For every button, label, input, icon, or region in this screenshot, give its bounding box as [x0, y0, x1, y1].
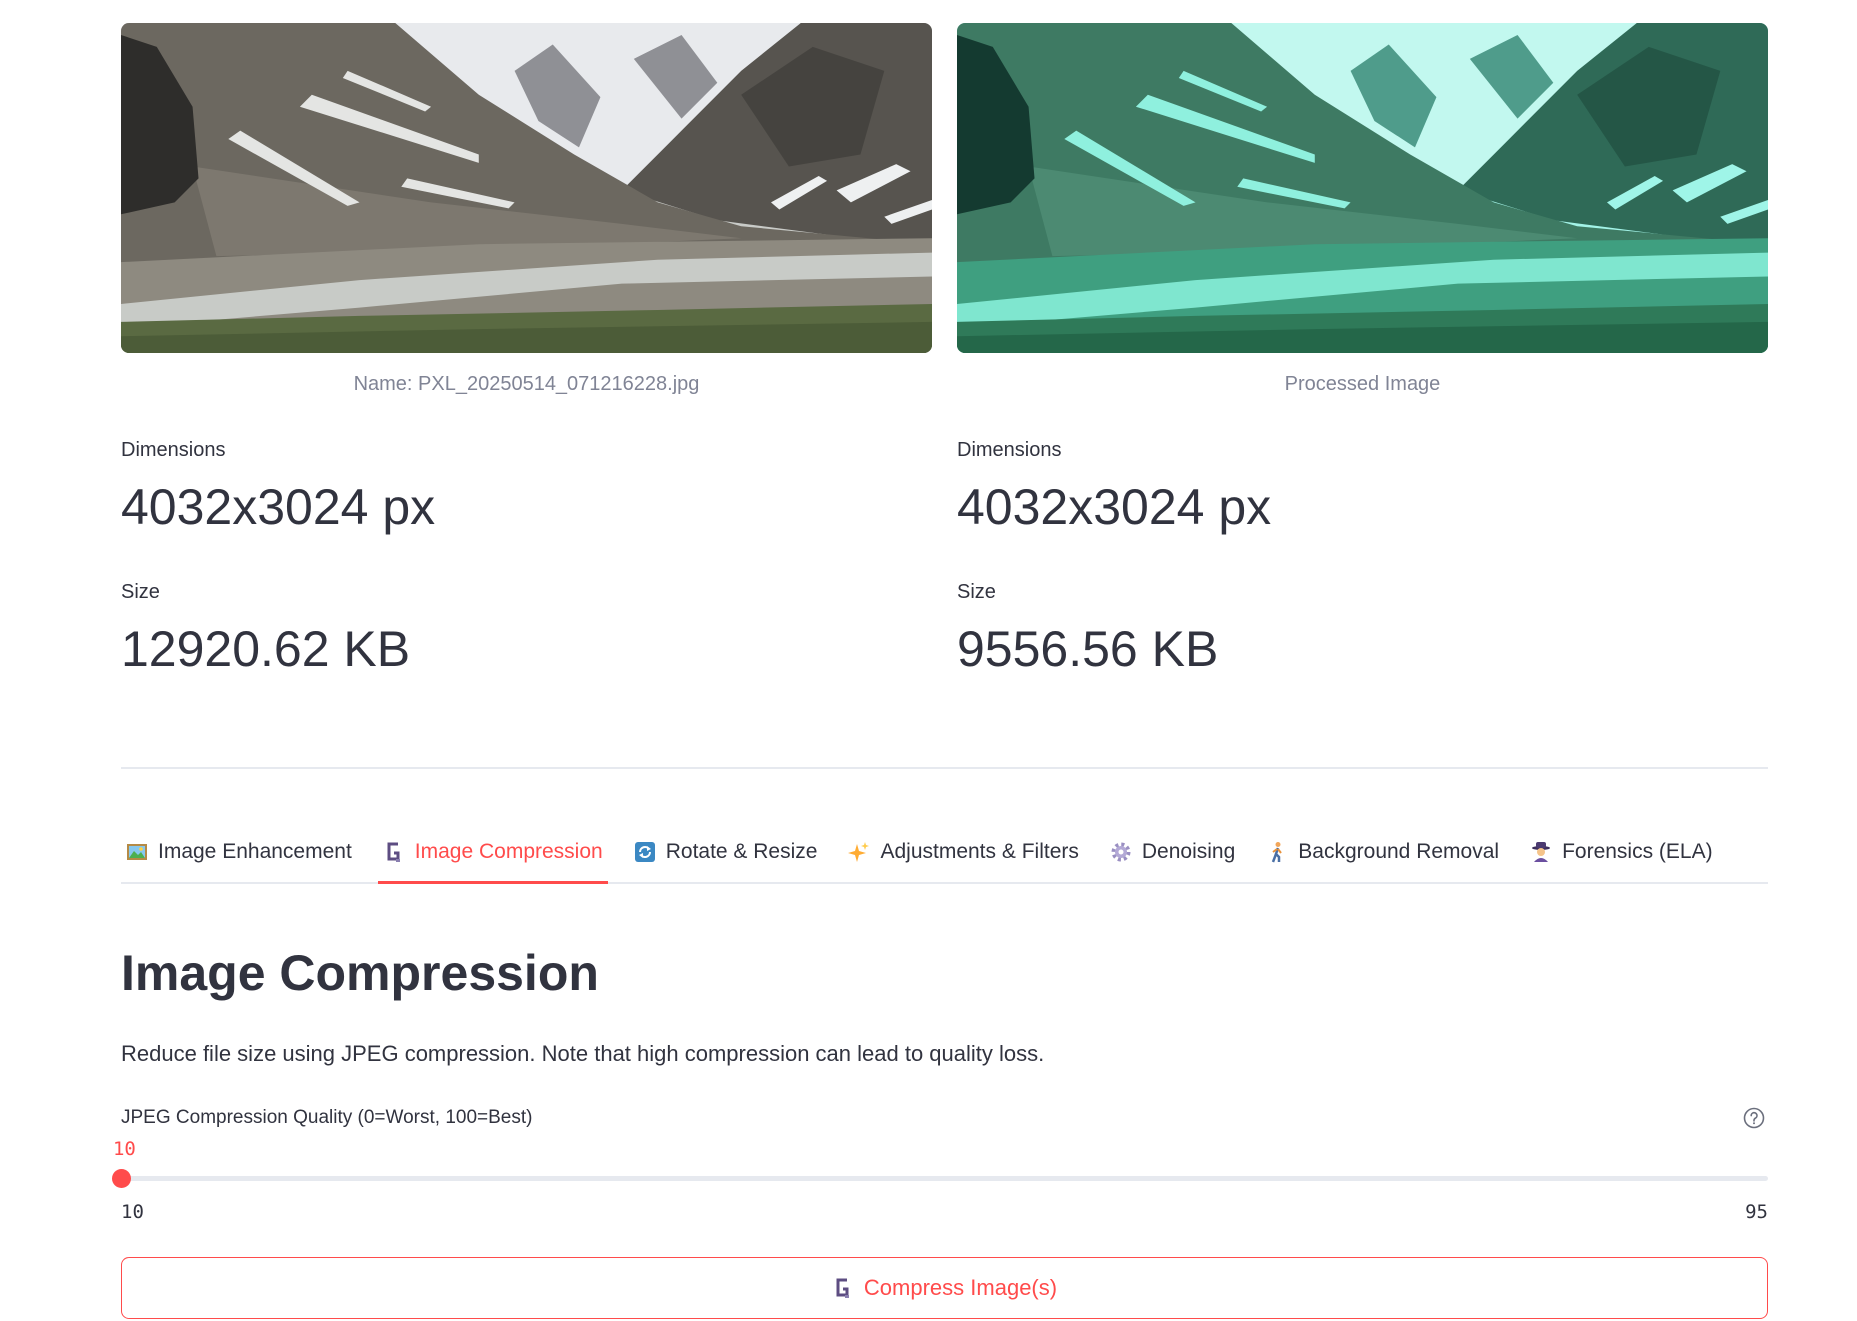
tab-label: Rotate & Resize — [665, 840, 818, 863]
quality-slider-min: 10 — [121, 1201, 144, 1223]
processed-image-caption: Processed Image — [1284, 373, 1441, 395]
page-title: Image Compression — [121, 945, 599, 1001]
clamp-icon — [383, 841, 405, 863]
quality-slider-label: JPEG Compression Quality (0=Worst, 100=B… — [121, 1107, 533, 1128]
processed-image-column: Processed Image Dimensions 4032x3024 px … — [957, 0, 1768, 700]
processed-dimensions-value: 4032x3024 px — [957, 479, 1272, 535]
tab-forensics-ela[interactable]: Forensics (ELA) — [1525, 822, 1718, 882]
quality-slider: 10 10 95 — [112, 1130, 1768, 1230]
tab-label: Adjustments & Filters — [880, 840, 1079, 863]
question-circle-icon[interactable] — [1743, 1107, 1765, 1129]
sparkles-icon — [848, 841, 870, 863]
framed-picture-icon — [126, 841, 148, 863]
original-image-column: Name: PXL_20250514_071216228.jpg Dimensi… — [121, 0, 932, 700]
quality-slider-track[interactable] — [121, 1176, 1768, 1181]
detective-icon — [1530, 841, 1552, 863]
quality-slider-max: 95 — [1745, 1201, 1768, 1223]
tab-image-enhancement[interactable]: Image Enhancement — [121, 822, 357, 882]
tab-adjustments-filters[interactable]: Adjustments & Filters — [843, 822, 1083, 882]
tab-background-removal[interactable]: Background Removal — [1261, 822, 1504, 882]
original-dimensions-value: 4032x3024 px — [121, 479, 436, 535]
rotate-arrows-icon — [634, 841, 656, 863]
tab-label: Background Removal — [1298, 840, 1500, 863]
tool-tabs: Image Enhancement Image Compression Rota… — [121, 822, 1768, 884]
original-image-caption: Name: PXL_20250514_071216228.jpg — [353, 373, 700, 395]
original-size-label: Size — [121, 581, 160, 603]
section-divider — [121, 767, 1768, 769]
tab-rotate-resize[interactable]: Rotate & Resize — [629, 822, 823, 882]
tab-label: Image Compression — [414, 840, 603, 863]
walking-person-icon — [1266, 841, 1288, 863]
compress-button-label: Compress Image(s) — [863, 1275, 1058, 1300]
tab-label: Image Enhancement — [158, 840, 352, 863]
quality-slider-value: 10 — [112, 1138, 136, 1160]
processed-size-label: Size — [957, 581, 996, 603]
original-image — [121, 23, 932, 353]
section-description: Reduce file size using JPEG compression.… — [121, 1041, 1045, 1066]
tab-label: Forensics (ELA) — [1562, 840, 1713, 863]
processed-dimensions-label: Dimensions — [957, 439, 1062, 461]
tab-denoising[interactable]: Denoising — [1105, 822, 1240, 882]
gear-icon — [1110, 841, 1132, 863]
original-dimensions-label: Dimensions — [121, 439, 226, 461]
tab-image-compression[interactable]: Image Compression — [377, 822, 608, 884]
clamp-icon — [832, 1277, 854, 1299]
compress-images-button[interactable]: Compress Image(s) — [121, 1257, 1768, 1319]
tab-label: Denoising — [1141, 840, 1236, 863]
processed-size-value: 9556.56 KB — [957, 621, 1219, 677]
original-size-value: 12920.62 KB — [121, 621, 411, 677]
quality-slider-thumb[interactable] — [112, 1169, 131, 1188]
processed-image — [957, 23, 1768, 353]
